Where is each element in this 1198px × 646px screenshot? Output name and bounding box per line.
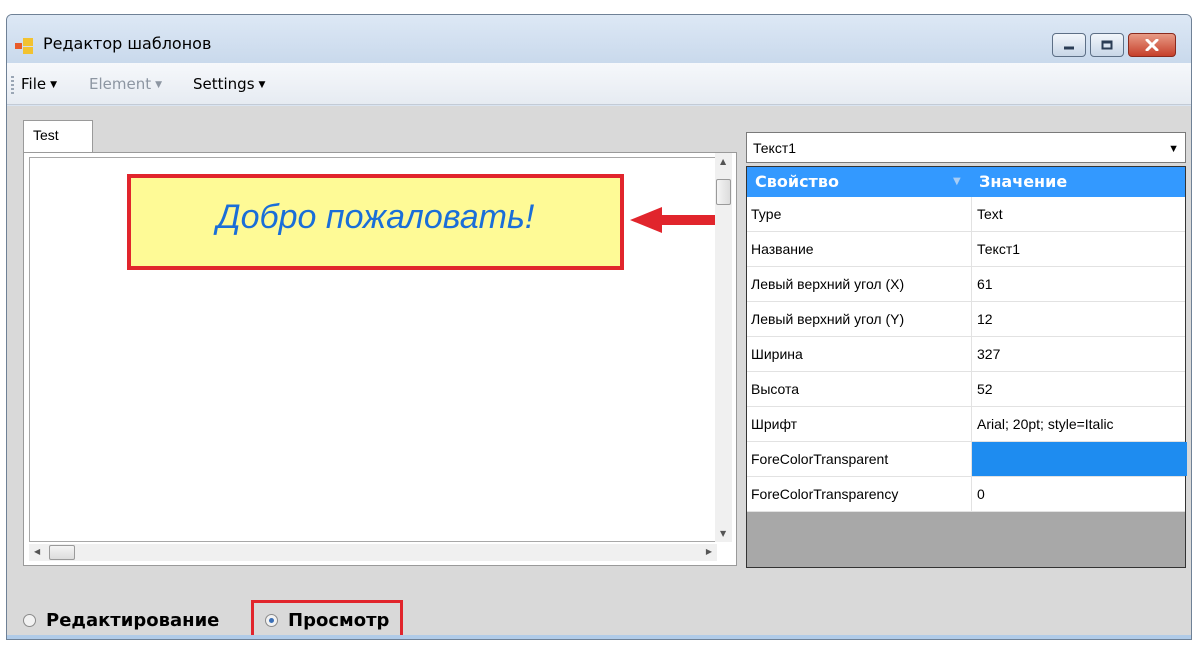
property-name: Название (751, 241, 814, 257)
property-value-cell[interactable]: Текст1 (971, 232, 1187, 266)
text-element-content: Добро пожаловать! (216, 198, 535, 236)
property-value: 61 (977, 276, 993, 292)
horizontal-scroll-thumb[interactable] (49, 545, 75, 560)
scroll-up-icon[interactable]: ▲ (720, 157, 726, 166)
property-value-cell[interactable]: Arial; 20pt; style=Italic (971, 407, 1187, 441)
property-row-type[interactable]: Type Text (747, 197, 1185, 232)
element-selector-value: Текст1 (753, 140, 797, 156)
property-row-forecolor-transparent[interactable]: ForeColorTransparent (747, 442, 1187, 477)
property-value: 52 (977, 381, 993, 397)
radio-edit-label: Редактирование (46, 610, 220, 631)
close-button[interactable] (1128, 33, 1176, 57)
title-bar[interactable]: Редактор шаблонов (7, 15, 1191, 63)
menu-settings-label: Settings (193, 75, 255, 93)
maximize-icon (1101, 40, 1113, 50)
property-name: ForeColorTransparent (751, 451, 889, 467)
property-row-name[interactable]: Название Текст1 (747, 232, 1185, 267)
window-bottom-border (7, 635, 1191, 639)
property-row-width[interactable]: Ширина 327 (747, 337, 1185, 372)
dropdown-arrow-icon: ▼ (155, 80, 163, 90)
header-property[interactable]: Свойство (755, 172, 839, 191)
text-element-welcome[interactable]: Добро пожаловать! (127, 174, 624, 270)
property-value-cell[interactable]: 61 (971, 267, 1187, 301)
property-name: Шрифт (751, 416, 798, 432)
property-name: Type (751, 206, 782, 222)
property-value: 12 (977, 311, 993, 327)
toolstrip-grip[interactable] (11, 76, 14, 96)
header-value[interactable]: Значение (979, 172, 1067, 191)
scroll-left-icon[interactable]: ◀ (34, 547, 40, 556)
radio-button-checked-icon (265, 614, 278, 627)
menu-element: Element ▼ (89, 75, 162, 93)
property-name: Левый верхний угол (X) (751, 276, 905, 292)
dropdown-arrow-icon: ▼ (258, 80, 266, 90)
property-value-cell[interactable]: 12 (971, 302, 1187, 336)
property-row-forecolor-transparency[interactable]: ForeColorTransparency 0 (747, 477, 1185, 512)
property-row-y[interactable]: Левый верхний угол (Y) 12 (747, 302, 1185, 337)
property-value: 0 (977, 486, 985, 502)
property-value: Текст1 (977, 241, 1021, 257)
tab-label: Test (33, 127, 59, 143)
property-name: Ширина (751, 346, 803, 362)
property-name: Левый верхний угол (Y) (751, 311, 905, 327)
property-row-height[interactable]: Высота 52 (747, 372, 1185, 407)
radio-edit-mode[interactable]: Редактирование (23, 610, 219, 631)
minimize-icon (1064, 46, 1074, 50)
app-form-icon (15, 38, 35, 54)
menu-bar: File ▼ Element ▼ Settings ▼ (7, 63, 1191, 105)
property-name: ForeColorTransparency (751, 486, 899, 502)
tab-page: Добро пожаловать! ▲ ▼ ◀ ▶ (23, 152, 737, 566)
property-value-cell[interactable]: Text (971, 197, 1187, 231)
dropdown-arrow-icon: ▼ (50, 80, 58, 90)
menu-settings[interactable]: Settings ▼ (193, 75, 265, 93)
window-title: Редактор шаблонов (43, 34, 212, 53)
maximize-button[interactable] (1090, 33, 1124, 57)
red-arrow-icon (630, 207, 718, 233)
close-icon (1145, 39, 1159, 51)
sort-arrow-icon: ▼ (953, 176, 961, 187)
design-canvas[interactable]: Добро пожаловать! (29, 157, 718, 542)
template-editor-window: Редактор шаблонов File ▼ Element ▼ Setting… (6, 14, 1192, 640)
property-row-x[interactable]: Левый верхний угол (X) 61 (747, 267, 1185, 302)
scroll-right-icon[interactable]: ▶ (706, 547, 712, 556)
property-value-cell[interactable]: 327 (971, 337, 1187, 371)
property-grid-header: Свойство ▼ Значение (747, 167, 1185, 197)
property-value-cell[interactable]: 52 (971, 372, 1187, 406)
property-value: Arial; 20pt; style=Italic (977, 416, 1114, 432)
chevron-down-icon[interactable]: ▼ (1168, 143, 1179, 155)
menu-element-label: Element (89, 75, 152, 93)
color-swatch-value[interactable] (971, 442, 1187, 476)
radio-view-mode[interactable]: Просмотр (265, 610, 389, 631)
vertical-scrollbar[interactable]: ▲ ▼ (715, 153, 732, 542)
vertical-scroll-thumb[interactable] (716, 179, 731, 205)
element-selector[interactable]: Текст1 ▼ (746, 132, 1186, 163)
radio-view-label: Просмотр (288, 610, 390, 631)
radio-button-icon (23, 614, 36, 627)
menu-file[interactable]: File ▼ (21, 75, 57, 93)
minimize-button[interactable] (1052, 33, 1086, 57)
horizontal-scrollbar[interactable]: ◀ ▶ (29, 544, 717, 561)
property-value: Text (977, 206, 1003, 222)
tab-test[interactable]: Test (23, 120, 93, 153)
property-name: Высота (751, 381, 800, 397)
property-value-cell[interactable]: 0 (971, 477, 1187, 511)
property-row-font[interactable]: Шрифт Arial; 20pt; style=Italic (747, 407, 1185, 442)
scroll-down-icon[interactable]: ▼ (720, 529, 726, 538)
property-grid[interactable]: Свойство ▼ Значение Type Text Название Т… (746, 166, 1187, 568)
menu-file-label: File (21, 75, 47, 93)
property-value: 327 (977, 346, 1001, 362)
client-area: Test Добро пожаловать! ▲ ▼ ◀ ▶ Текст1 ▼ … (7, 106, 1191, 639)
